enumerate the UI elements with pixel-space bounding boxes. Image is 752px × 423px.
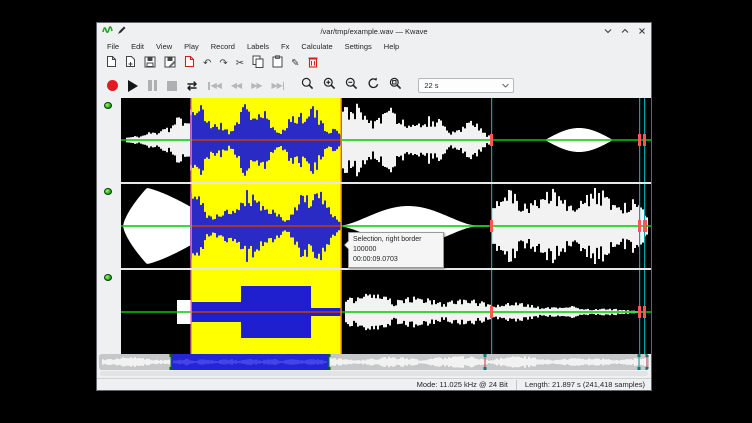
pause-button[interactable] <box>148 80 157 91</box>
file-toolbar: ↶ ↷ ✂ ✎ <box>97 54 651 73</box>
desktop-background: /var/tmp/example.wav — Kwave <box>0 0 752 423</box>
zoom-duration-value: 22 s <box>424 81 438 90</box>
rewind-button[interactable]: ◀◀ <box>231 82 241 90</box>
menu-record[interactable]: Record <box>205 41 241 52</box>
pen-icon <box>117 22 126 40</box>
status-mode: Mode: 11.025 kHz @ 24 Bit <box>417 380 508 389</box>
titlebar[interactable]: /var/tmp/example.wav — Kwave <box>97 23 651 39</box>
kwave-window: /var/tmp/example.wav — Kwave <box>96 22 652 391</box>
close-file-icon[interactable] <box>184 55 195 73</box>
status-separator <box>516 380 517 390</box>
track-area: Selection, right border 100000 00:00:09.… <box>121 98 651 354</box>
zoom-revert-icon[interactable] <box>367 77 380 95</box>
play-button[interactable] <box>128 80 138 92</box>
new-file-icon[interactable] <box>106 55 117 73</box>
track3-led[interactable] <box>104 274 112 281</box>
overview-bar[interactable] <box>99 354 649 370</box>
menu-play[interactable]: Play <box>178 41 205 52</box>
transport-toolbar: ⇄ ◀◀ ◀◀ ▶▶ ▶▶ <box>97 73 651 98</box>
tooltip-sample: 100000 <box>353 245 439 255</box>
track-controls-column <box>97 98 121 354</box>
open-file-icon[interactable] <box>125 55 136 73</box>
cut-icon[interactable]: ✂ <box>236 59 244 69</box>
paste-icon[interactable] <box>272 55 283 73</box>
loop-button[interactable]: ⇄ <box>187 80 197 92</box>
track3-waveform[interactable] <box>121 270 651 354</box>
horizontal-scrollbar[interactable] <box>100 371 648 376</box>
tooltip-title: Selection, right border <box>353 235 439 245</box>
save-icon[interactable] <box>144 55 156 73</box>
signal-view: Selection, right border 100000 00:00:09.… <box>97 98 651 354</box>
skip-start-button[interactable]: ◀◀ <box>207 82 221 90</box>
track1-led[interactable] <box>104 102 112 109</box>
zoom-selection-icon[interactable] <box>301 77 314 95</box>
zoom-in-icon[interactable] <box>323 77 336 95</box>
menu-help[interactable]: Help <box>378 41 405 52</box>
mouse-mode-icon[interactable]: ✎ <box>291 59 299 69</box>
tooltip-time: 00:00:09.0703 <box>353 255 439 265</box>
window-title: /var/tmp/example.wav — Kwave <box>97 27 651 36</box>
menu-bar: File Edit View Play Record Labels Fx Cal… <box>97 39 651 54</box>
menu-view[interactable]: View <box>150 41 178 52</box>
status-bar: Mode: 11.025 kHz @ 24 Bit Length: 21.897… <box>97 378 651 390</box>
forward-button[interactable]: ▶▶ <box>251 82 261 90</box>
redo-icon[interactable]: ↷ <box>219 59 227 69</box>
menu-labels[interactable]: Labels <box>241 41 275 52</box>
menu-calculate[interactable]: Calculate <box>295 41 338 52</box>
maximize-icon[interactable] <box>621 27 629 35</box>
kwave-app-icon <box>102 22 113 40</box>
zoom-duration-select[interactable]: 22 s <box>418 78 514 93</box>
selection-tooltip: Selection, right border 100000 00:00:09.… <box>348 232 444 268</box>
track2-led[interactable] <box>104 188 112 195</box>
copy-icon[interactable] <box>252 55 264 73</box>
menu-fx[interactable]: Fx <box>275 41 295 52</box>
minimize-icon[interactable] <box>604 27 612 35</box>
undo-icon[interactable]: ↶ <box>203 59 211 69</box>
status-length: Length: 21.897 s (241,418 samples) <box>525 380 645 389</box>
menu-file[interactable]: File <box>101 41 125 52</box>
track1-waveform[interactable] <box>121 98 651 182</box>
chevron-down-icon <box>502 81 509 90</box>
menu-settings[interactable]: Settings <box>339 41 378 52</box>
zoom-all-icon[interactable] <box>389 77 402 95</box>
record-button[interactable] <box>107 80 118 91</box>
zoom-out-icon[interactable] <box>345 77 358 95</box>
menu-edit[interactable]: Edit <box>125 41 150 52</box>
delete-icon[interactable] <box>308 55 318 73</box>
stop-button[interactable] <box>167 81 177 91</box>
save-as-icon[interactable] <box>164 55 176 73</box>
close-icon[interactable] <box>638 27 646 35</box>
skip-end-button[interactable]: ▶▶ <box>272 82 286 90</box>
